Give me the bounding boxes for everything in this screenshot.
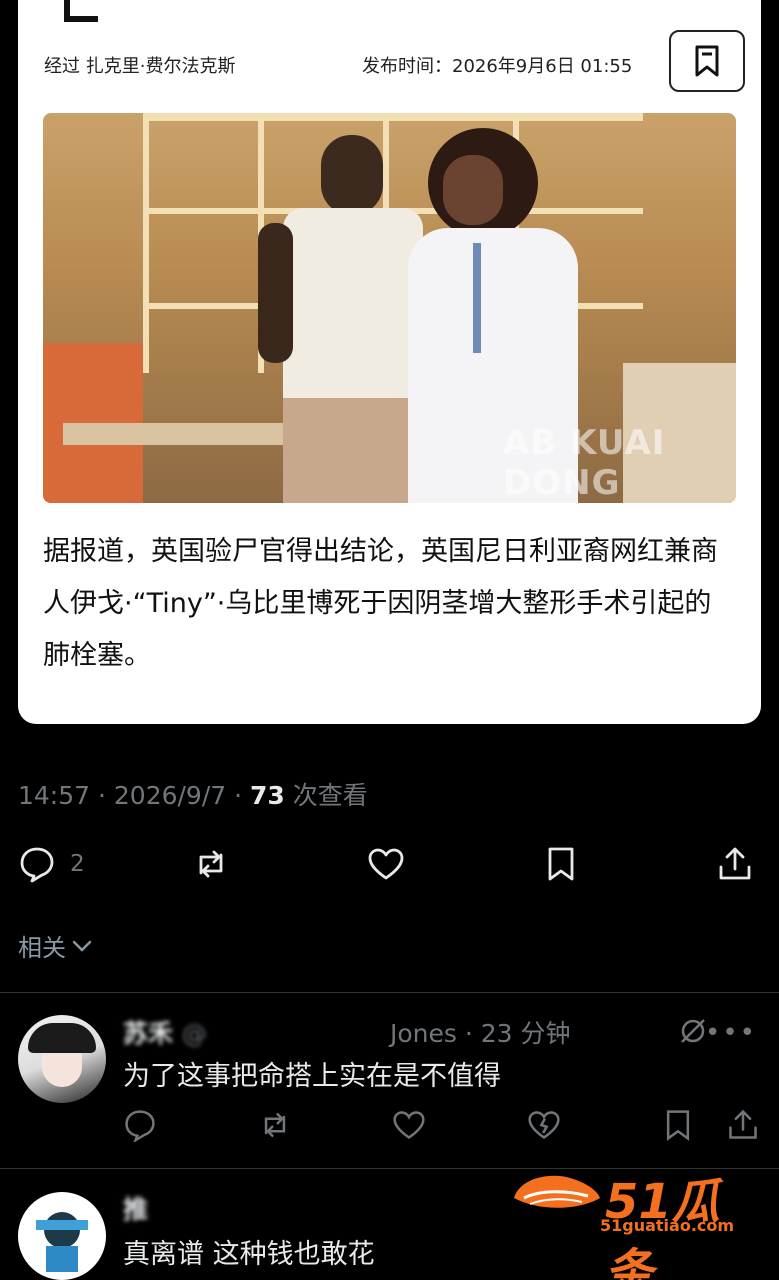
reply-text: 真离谱 这种钱也敢花	[123, 1239, 375, 1270]
grok-icon[interactable]	[678, 1016, 708, 1046]
article-card[interactable]: 经过 扎克里·费尔法克斯 发布时间：2026年9月6日 01:55 AB KUA…	[18, 0, 761, 724]
article-bookmark-button[interactable]	[669, 30, 745, 92]
article-photo: AB KUAI DONG	[43, 113, 736, 503]
post-action-bar: 2	[0, 836, 779, 892]
repost-icon	[199, 850, 223, 878]
post-timestamp: 14:57 · 2026/9/7 · 73 次查看	[18, 776, 368, 812]
heart-icon[interactable]	[392, 1108, 426, 1142]
site-watermark-logo: 51瓜条 51guatiao.com	[510, 1162, 760, 1280]
reply-handle: @	[181, 1019, 207, 1048]
more-options-icon[interactable]: •••	[705, 1018, 757, 1048]
view-count: 73	[250, 781, 285, 810]
bookmark-button[interactable]	[542, 836, 580, 892]
article-publish-time: 发布时间：2026年9月6日 01:55	[362, 56, 633, 77]
share-icon	[719, 847, 751, 880]
reply-author-name: 推	[123, 1195, 149, 1224]
photo-watermark: AB KUAI DONG	[503, 423, 666, 503]
reply-author[interactable]: 推	[123, 1190, 148, 1226]
article-text: 据报道，英国验尸官得出结论，英国尼日利亚裔网红兼商人伊戈·“Tiny”·乌比里博…	[43, 536, 718, 671]
reply-button[interactable]: 2	[18, 836, 85, 892]
post-time: 14:57 · 2026/9/7 ·	[18, 781, 251, 810]
repost-icon[interactable]	[258, 1108, 292, 1142]
reply-action-bar	[0, 1108, 779, 1148]
divider	[0, 992, 779, 993]
bookmark-icon[interactable]	[661, 1108, 695, 1142]
bookmark-icon	[695, 45, 719, 77]
reply-author[interactable]: 苏禾 @	[123, 1014, 207, 1050]
repost-button[interactable]	[192, 836, 230, 892]
reply-text: 为了这事把命搭上实在是不值得	[123, 1061, 501, 1092]
chevron-down-icon	[72, 940, 92, 952]
avatar[interactable]	[18, 1192, 106, 1280]
brand-url: 51guatiao.com	[600, 1216, 735, 1235]
dislike-icon[interactable]	[527, 1108, 561, 1142]
related-label: 相关	[18, 934, 66, 962]
article-author: 经过 扎克里·费尔法克斯	[44, 56, 236, 77]
avatar[interactable]	[18, 1015, 106, 1103]
share-button[interactable]	[716, 836, 754, 892]
bookmark-icon	[548, 847, 574, 881]
related-toggle[interactable]: 相关	[18, 928, 94, 963]
reply-author-name: 苏禾	[123, 1019, 174, 1048]
melon-icon	[514, 1175, 600, 1208]
publisher-logo	[52, 0, 102, 22]
share-icon[interactable]	[726, 1108, 760, 1142]
comment-icon[interactable]	[123, 1108, 157, 1142]
reply-item[interactable]: 苏禾 @ Jones · 23 分钟 ••• 为了这事把命搭上实在是不值得	[0, 1000, 779, 1168]
reply-time: Jones · 23 分钟	[390, 1019, 571, 1048]
reply-count: 2	[70, 851, 85, 877]
heart-icon	[368, 848, 404, 880]
view-label: 次查看	[284, 781, 368, 810]
like-button[interactable]	[367, 836, 405, 892]
comment-icon	[20, 847, 54, 883]
